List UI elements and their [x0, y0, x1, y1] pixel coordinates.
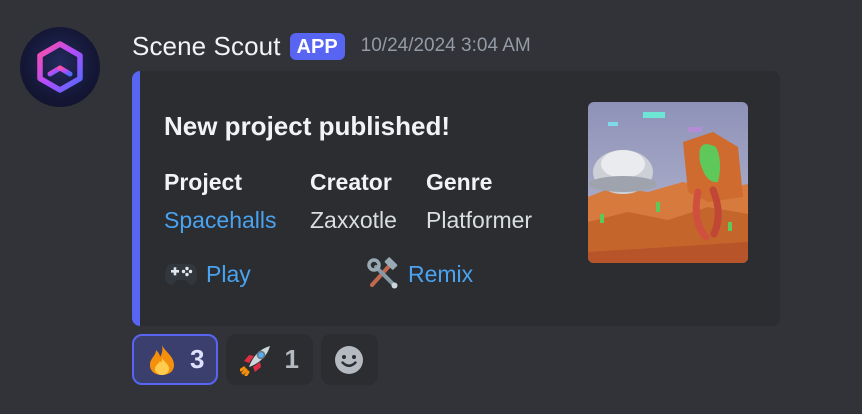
- field-name: Genre: [426, 169, 493, 195]
- message-header: Scene Scout APP 10/24/2024 3:04 AM: [132, 28, 531, 64]
- reaction-count: 1: [284, 344, 299, 374]
- field-value: Zaxxotle: [310, 207, 397, 233]
- field-project: Project Spacehalls: [164, 167, 277, 235]
- field-creator: Creator Zaxxotle: [310, 167, 397, 235]
- avatar[interactable]: [20, 27, 100, 107]
- app-badge: APP: [289, 32, 345, 60]
- rocket-icon: [240, 344, 272, 376]
- timestamp[interactable]: 10/24/2024 3:04 AM: [361, 35, 531, 57]
- add-reaction-button[interactable]: [320, 334, 378, 385]
- username[interactable]: Scene Scout: [132, 31, 281, 62]
- reactions-bar: 3 1: [132, 334, 386, 385]
- embed-title: New project published!: [164, 111, 451, 141]
- remix-label: Remix: [408, 260, 474, 287]
- remix-link[interactable]: Remix: [366, 257, 474, 289]
- smiley-icon: [333, 344, 365, 376]
- play-link[interactable]: Play: [164, 259, 251, 289]
- embed-card: New project published! Project Spacehall…: [132, 71, 780, 326]
- field-name: Project: [164, 169, 242, 195]
- cube-hexagon-icon: [37, 41, 83, 93]
- game-controller-icon: [164, 259, 198, 289]
- field-value: Platformer: [426, 207, 533, 233]
- reaction-count: 3: [190, 344, 205, 374]
- reaction-rocket[interactable]: 1: [226, 334, 313, 385]
- field-genre: Genre Platformer: [426, 167, 532, 235]
- play-label: Play: [206, 260, 251, 287]
- fire-icon: [146, 344, 178, 376]
- field-name: Creator: [310, 169, 392, 195]
- chat-message: Scene Scout APP 10/24/2024 3:04 AM New p…: [0, 0, 862, 414]
- hammer-wrench-icon: [366, 257, 400, 289]
- project-link[interactable]: Spacehalls: [164, 205, 277, 235]
- reaction-fire[interactable]: 3: [132, 334, 219, 385]
- game-scene-thumbnail[interactable]: [588, 102, 748, 263]
